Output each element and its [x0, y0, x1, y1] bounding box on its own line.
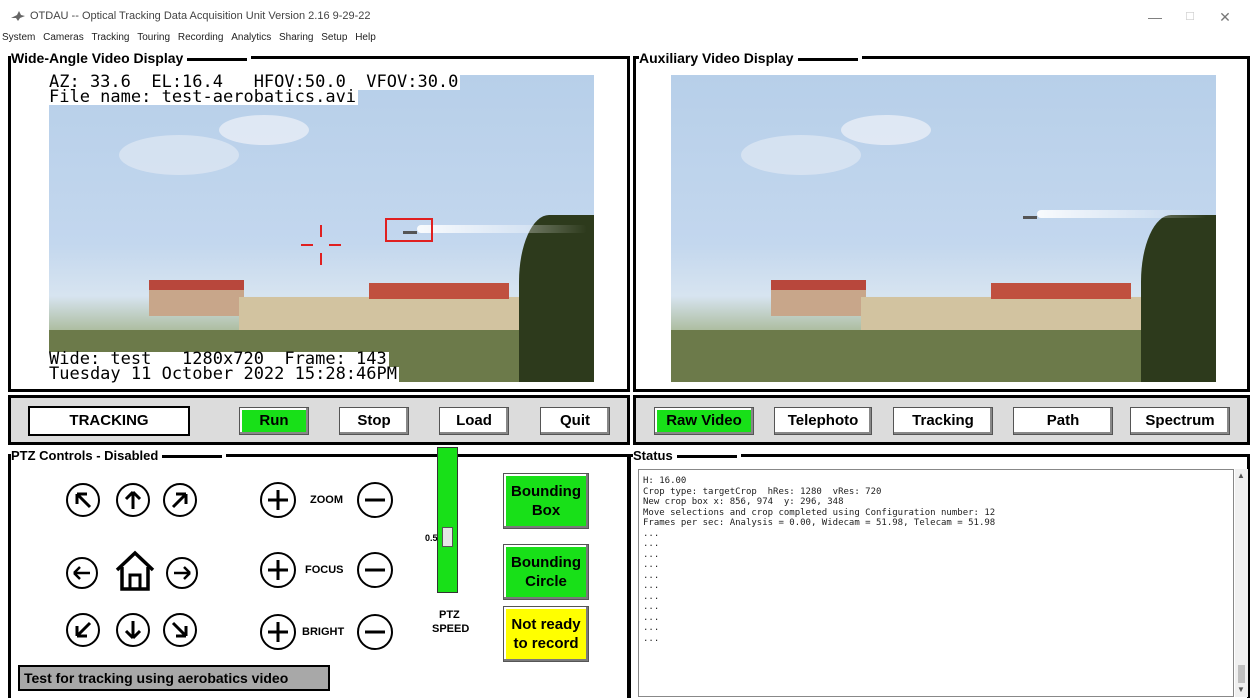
overlay-filename: File name: test-aerobatics.avi — [47, 87, 359, 107]
wide-video-title: Wide-Angle Video Display — [11, 50, 252, 66]
bright-up-icon[interactable] — [260, 614, 296, 650]
status-panel: H: 16.00 Crop type: targetCrop hRes: 1280… — [628, 454, 1250, 698]
status-log-line: New crop box x: 856, 974 y: 296, 348 — [643, 497, 844, 507]
ptz-speed-label-1: PTZ — [439, 609, 460, 621]
menu-analytics[interactable]: Analytics — [231, 32, 271, 43]
status-log-line: ... — [643, 591, 660, 602]
status-log-line: H: 16.00 — [643, 476, 687, 486]
ptz-title: PTZ Controls - Disabled — [11, 448, 227, 464]
zoom-out-icon[interactable] — [357, 482, 393, 518]
bright-label: BRIGHT — [302, 626, 345, 638]
maximize-button[interactable]: ☐ — [1175, 6, 1205, 28]
scroll-up-icon[interactable]: ▲ — [1237, 471, 1245, 480]
menu-cameras[interactable]: Cameras — [43, 32, 84, 43]
tracking-mode-indicator: TRACKING — [28, 406, 190, 436]
status-log-line: ... — [643, 560, 660, 570]
record-status-label-1: Not ready — [511, 616, 581, 633]
status-log-line: Frames per sec: Analysis = 0.00, Widecam… — [643, 518, 996, 528]
menu-help[interactable]: Help — [355, 32, 376, 43]
status-log-line: ... — [643, 539, 660, 549]
menu-sharing[interactable]: Sharing — [279, 32, 313, 43]
bounding-box-label-2: Box — [531, 502, 561, 519]
focus-in-icon[interactable] — [260, 552, 296, 588]
raw-video-button[interactable]: Raw Video — [654, 407, 754, 435]
status-log-line: ... — [643, 602, 660, 612]
arrow-right-icon[interactable] — [166, 557, 198, 589]
window-titlebar: OTDAU -- Optical Tracking Data Acquisiti… — [0, 0, 1250, 30]
menu-recording[interactable]: Recording — [178, 32, 224, 43]
tracking-button[interactable]: Tracking — [893, 407, 993, 435]
record-status-button[interactable]: Not ready to record — [503, 606, 589, 662]
status-log-line: ... — [643, 623, 660, 633]
bounding-box-label-1: Bounding — [511, 483, 581, 500]
bounding-circle-label-1: Bounding — [511, 554, 581, 571]
path-button[interactable]: Path — [1013, 407, 1113, 435]
tracking-bounding-box — [385, 218, 433, 242]
status-log-line: ... — [643, 549, 660, 560]
wide-video-panel: AZ: 33.6 EL:16.4 HFOV:50.0 VFOV:30.0 Fil… — [8, 56, 630, 392]
ptz-speed-value: 0.5 — [425, 533, 438, 543]
status-scrollbar[interactable]: ▲ ▼ — [1235, 469, 1248, 697]
focus-label: FOCUS — [305, 564, 344, 576]
app-icon — [11, 11, 25, 21]
record-status-label-2: to record — [513, 635, 579, 652]
status-log-line: ... — [643, 633, 660, 644]
wide-video-frame — [49, 75, 594, 382]
focus-out-icon[interactable] — [357, 552, 393, 588]
status-message: Test for tracking using aerobatics video — [18, 665, 330, 691]
status-log-line: ... — [643, 528, 660, 539]
close-button[interactable]: ✕ — [1210, 6, 1240, 28]
scroll-thumb[interactable] — [1238, 665, 1245, 683]
stop-button[interactable]: Stop — [339, 407, 409, 435]
ptz-speed-label-2: SPEED — [432, 623, 470, 635]
control-button-bar: TRACKING Run Stop Load Quit — [8, 395, 630, 445]
ptz-speed-thumb[interactable] — [442, 527, 453, 547]
arrow-left-icon[interactable] — [66, 557, 98, 589]
bright-down-icon[interactable] — [357, 614, 393, 650]
status-log-line: Crop type: targetCrop hRes: 1280 vRes: 7… — [643, 486, 882, 497]
display-mode-bar: Raw Video Telephoto Tracking Path Spectr… — [633, 395, 1250, 445]
aux-video-frame — [671, 75, 1216, 382]
arrow-down-left-icon[interactable] — [66, 613, 100, 647]
arrow-down-icon[interactable] — [116, 613, 150, 647]
status-log-line: Move selections and crop completed using… — [643, 507, 996, 518]
status-log-line: ... — [643, 581, 660, 591]
menu-touring[interactable]: Touring — [137, 32, 170, 43]
ptz-speed-slider[interactable] — [437, 447, 458, 593]
zoom-label: ZOOM — [310, 494, 343, 506]
bounding-circle-label-2: Circle — [525, 573, 567, 590]
arrow-up-left-icon[interactable] — [66, 483, 100, 517]
overlay-datetime: Tuesday 11 October 2022 15:28:46PM — [47, 364, 399, 384]
reticle-icon — [301, 225, 341, 265]
aux-video-panel — [633, 56, 1250, 392]
menu-system[interactable]: System — [2, 32, 35, 43]
zoom-in-icon[interactable] — [260, 482, 296, 518]
status-log-line: ... — [643, 612, 660, 623]
run-button[interactable]: Run — [239, 407, 309, 435]
status-title: Status — [633, 448, 741, 464]
window-title: OTDAU -- Optical Tracking Data Acquisiti… — [30, 10, 371, 22]
arrow-down-right-icon[interactable] — [163, 613, 197, 647]
bounding-circle-button[interactable]: Bounding Circle — [503, 544, 589, 600]
arrow-up-right-icon[interactable] — [163, 483, 197, 517]
arrow-up-icon[interactable] — [116, 483, 150, 517]
status-log: H: 16.00 Crop type: targetCrop hRes: 1280… — [638, 469, 1234, 697]
scroll-down-icon[interactable]: ▼ — [1237, 685, 1245, 694]
menu-bar: System Cameras Tracking Touring Recordin… — [0, 32, 376, 46]
load-button[interactable]: Load — [439, 407, 509, 435]
menu-setup[interactable]: Setup — [321, 32, 347, 43]
home-icon[interactable] — [113, 550, 157, 592]
bounding-box-button[interactable]: Bounding Box — [503, 473, 589, 529]
minimize-button[interactable]: — — [1140, 6, 1170, 28]
aux-video-title: Auxiliary Video Display — [639, 50, 862, 66]
telephoto-button[interactable]: Telephoto — [774, 407, 872, 435]
spectrum-button[interactable]: Spectrum — [1130, 407, 1230, 435]
status-log-line: ... — [643, 570, 660, 581]
quit-button[interactable]: Quit — [540, 407, 610, 435]
menu-tracking[interactable]: Tracking — [91, 32, 129, 43]
